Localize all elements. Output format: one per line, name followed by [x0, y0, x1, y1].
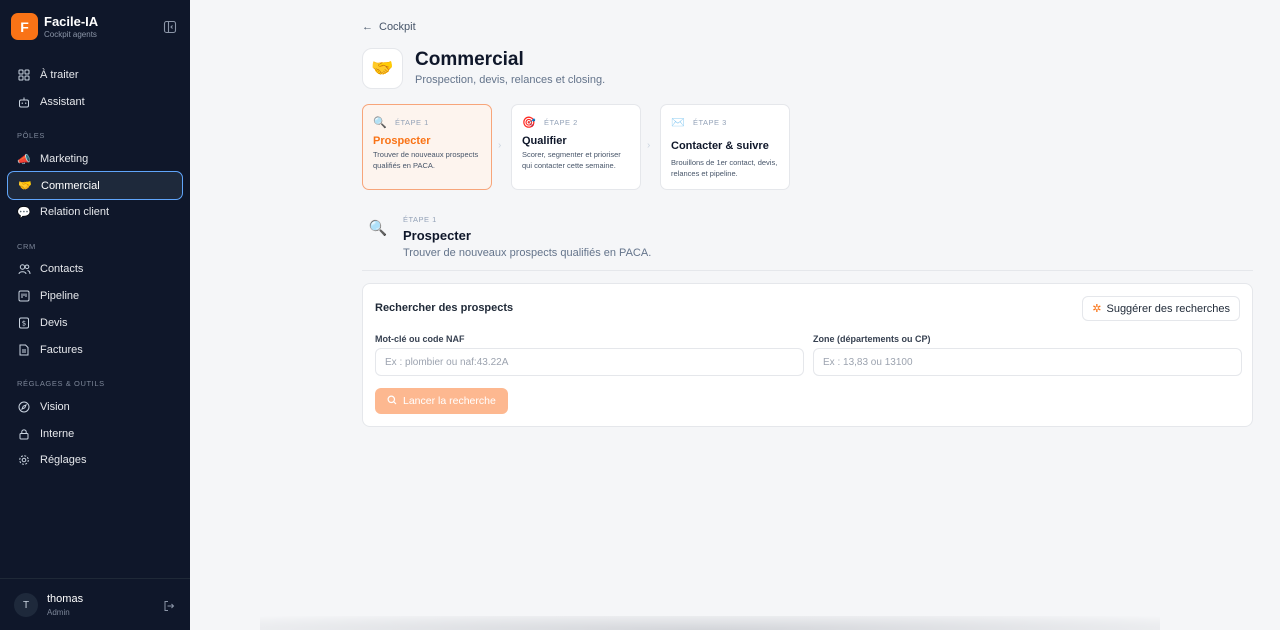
step-description: Trouver de nouveaux prospects qualifiés …	[373, 150, 479, 170]
brand-name: Facile-IA	[44, 13, 99, 29]
sidebar-item-label: À traiter	[40, 69, 79, 81]
sidebar-item-a-traiter[interactable]: À traiter	[7, 61, 183, 89]
step-number: ÉTAPE 2	[544, 117, 578, 127]
sidebar-item-label: Relation client	[40, 206, 110, 218]
detail-title: Prospecter	[403, 228, 471, 243]
section-label-settings: RÉGLAGES & OUTILS	[17, 379, 105, 388]
suggest-label: Suggérer des recherches	[1106, 302, 1230, 315]
invoice-icon	[17, 343, 31, 357]
magnifier-icon: 🔍	[373, 116, 387, 129]
user-role: Admin	[47, 608, 70, 617]
handshake-icon: 🤝	[362, 48, 403, 89]
page-subtitle: Prospection, devis, relances et closing.	[415, 74, 606, 86]
step-description: Brouillons de 1er contact, devis, relanc…	[671, 158, 778, 178]
sidebar-item-pipeline[interactable]: Pipeline	[7, 282, 183, 310]
sidebar-item-relation-client[interactable]: 💬 Relation client	[7, 198, 183, 226]
grid-icon	[17, 68, 31, 82]
step-card-qualifier[interactable]: 🎯 ÉTAPE 2 Qualifier Scorer, segmenter et…	[511, 104, 641, 190]
sidebar-item-label: Factures	[40, 344, 83, 356]
brand-logo: F	[11, 13, 38, 40]
sidebar-item-label: Devis	[40, 317, 68, 329]
sparkle-icon: ✲	[1092, 303, 1102, 315]
handshake-icon: 🤝	[18, 180, 32, 192]
avatar[interactable]: T	[14, 593, 38, 617]
target-icon: 🎯	[522, 116, 536, 129]
page-title: Commercial	[415, 49, 524, 70]
sidebar-item-label: Vision	[40, 401, 70, 413]
megaphone-icon: 📣	[17, 153, 31, 166]
panel-title: Rechercher des prospects	[375, 302, 514, 314]
users-icon	[17, 262, 31, 276]
launch-search-button[interactable]: Lancer la recherche	[375, 388, 508, 414]
robot-icon	[17, 95, 31, 109]
user-name: thomas	[47, 593, 84, 605]
gear-icon	[17, 453, 31, 467]
sidebar-item-contacts[interactable]: Contacts	[7, 255, 183, 283]
kanban-icon	[17, 289, 31, 303]
section-label-crm: CRM	[17, 242, 36, 251]
search-panel: Rechercher des prospects ✲ Suggérer des …	[362, 283, 1253, 427]
keyword-input[interactable]	[375, 348, 804, 376]
step-title: Qualifier	[522, 135, 567, 147]
collapse-sidebar-icon[interactable]	[163, 20, 177, 34]
step-card-prospecter[interactable]: 🔍 ÉTAPE 1 Prospecter Trouver de nouveaux…	[362, 104, 492, 190]
sidebar: F Facile-IA Cockpit agents À traiter Ass…	[0, 0, 190, 630]
logout-icon[interactable]	[163, 599, 175, 611]
svg-text:$: $	[22, 320, 26, 328]
back-label: Cockpit	[379, 21, 416, 33]
brand-subtitle: Cockpit agents	[44, 29, 97, 39]
zone-input[interactable]	[813, 348, 1242, 376]
search-icon	[387, 395, 397, 408]
keyword-label: Mot-clé ou code NAF	[375, 334, 465, 344]
sidebar-item-label: Pipeline	[40, 290, 80, 302]
dollar-doc-icon: $	[17, 316, 31, 330]
arrow-left-icon: ←	[362, 21, 373, 33]
chevron-right-icon: ›	[498, 140, 502, 151]
suggest-searches-button[interactable]: ✲ Suggérer des recherches	[1082, 296, 1240, 321]
sidebar-item-factures[interactable]: Factures	[7, 336, 183, 364]
sidebar-item-label: Marketing	[40, 153, 89, 165]
sidebar-item-label: Interne	[40, 428, 75, 440]
step-description: Scorer, segmenter et prioriser qui conta…	[522, 150, 621, 170]
divider	[362, 270, 1253, 271]
detail-step-number: ÉTAPE 1	[403, 215, 437, 224]
magnifier-icon: 🔍	[368, 220, 388, 237]
step-title: Prospecter	[373, 135, 431, 147]
envelope-icon: ✉️	[671, 116, 685, 129]
step-number: ÉTAPE 3	[693, 117, 727, 127]
sidebar-item-label: Assistant	[40, 96, 85, 108]
sidebar-item-label: Commercial	[41, 179, 100, 192]
section-label-poles: PÔLES	[17, 131, 46, 140]
speech-bubble-icon: 💬	[17, 206, 31, 219]
step-card-contacter[interactable]: ✉️ ÉTAPE 3 Contacter & suivre Brouillons…	[660, 104, 790, 190]
sidebar-item-assistant[interactable]: Assistant	[7, 88, 183, 116]
sidebar-item-commercial[interactable]: 🤝 Commercial	[7, 171, 183, 200]
sidebar-item-interne[interactable]: Interne	[7, 420, 183, 448]
sidebar-item-label: Réglages	[40, 454, 87, 466]
sidebar-item-label: Contacts	[40, 263, 84, 275]
detail-subtitle: Trouver de nouveaux prospects qualifiés …	[403, 247, 652, 259]
launch-label: Lancer la recherche	[403, 395, 496, 407]
brand[interactable]: F Facile-IA Cockpit agents	[11, 13, 98, 40]
sidebar-item-marketing[interactable]: 📣 Marketing	[7, 145, 183, 173]
sidebar-item-devis[interactable]: $ Devis	[7, 309, 183, 337]
sidebar-item-reglages[interactable]: Réglages	[7, 446, 183, 474]
compass-icon	[17, 400, 31, 414]
sidebar-item-vision[interactable]: Vision	[7, 393, 183, 421]
bottom-shadow	[260, 616, 1160, 630]
back-link[interactable]: ← Cockpit	[362, 21, 416, 33]
step-title: Contacter & suivre	[671, 140, 769, 152]
chevron-right-icon: ›	[647, 140, 651, 151]
lock-icon	[17, 427, 31, 441]
user-area: T thomas Admin	[0, 578, 190, 630]
step-number: ÉTAPE 1	[395, 117, 429, 127]
zone-label: Zone (départements ou CP)	[813, 334, 931, 344]
